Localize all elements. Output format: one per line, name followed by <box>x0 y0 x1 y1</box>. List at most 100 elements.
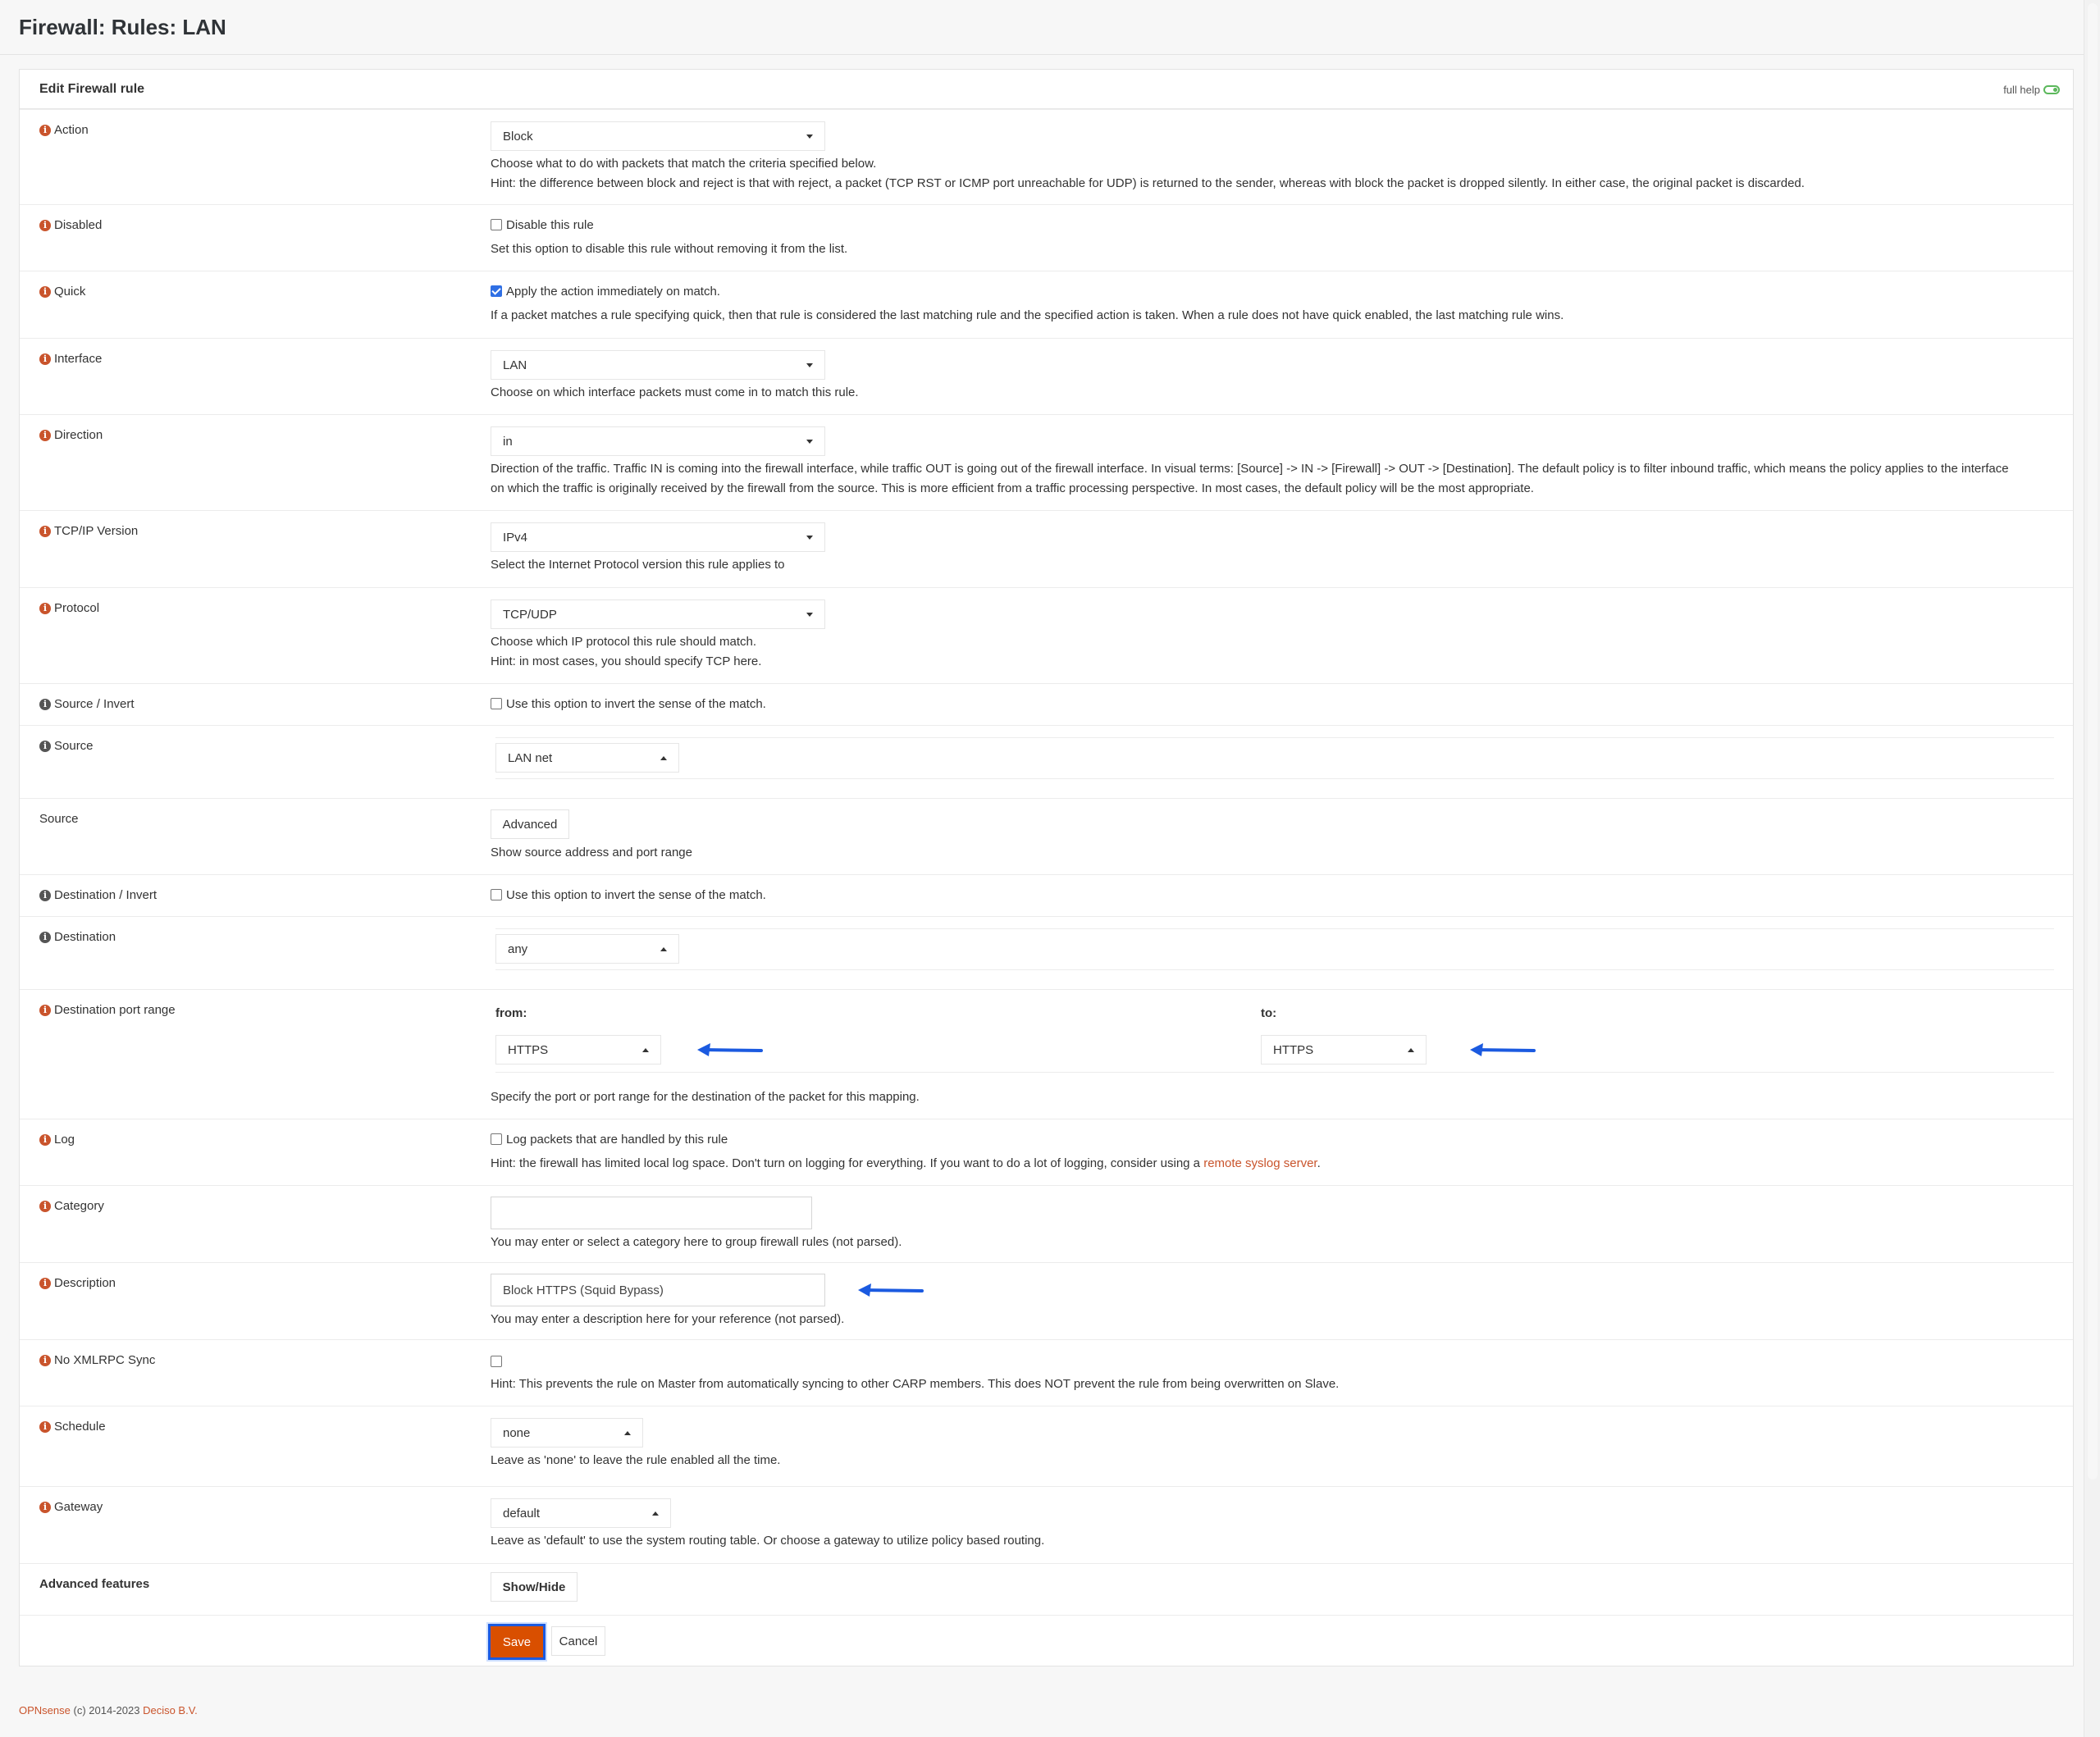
info-icon[interactable]: i <box>39 602 51 614</box>
quick-checkbox[interactable] <box>491 285 502 297</box>
action-help-1: Choose what to do with packets that matc… <box>491 157 877 171</box>
direction-label: i Direction <box>39 428 103 442</box>
info-icon[interactable]: i <box>39 353 51 365</box>
tcpip-help: Select the Internet Protocol version thi… <box>491 558 785 572</box>
annotation-arrow-icon <box>858 1283 924 1297</box>
action-label: i Action <box>39 123 89 137</box>
log-checkbox[interactable] <box>491 1133 502 1145</box>
source-invert-checkbox[interactable] <box>491 698 502 709</box>
dest-port-label: i Destination port range <box>39 1003 176 1017</box>
quick-checkbox-label: Apply the action immediately on match. <box>506 285 720 299</box>
info-icon[interactable]: i <box>39 1277 51 1289</box>
row-source-invert: i Source / Invert Use this option to inv… <box>20 683 2073 725</box>
caret-up-icon <box>1408 1048 1414 1052</box>
tcpip-select[interactable]: IPv4 <box>491 522 825 552</box>
row-destination-port-range: i Destination port range from: HTTPS to:… <box>20 989 2073 1119</box>
row-action: i Action Block Choose what to do with pa… <box>20 109 2073 204</box>
caret-up-icon <box>660 947 667 951</box>
info-icon[interactable]: i <box>39 1501 51 1513</box>
source-advanced-help: Show source address and port range <box>491 846 692 859</box>
row-disabled: i Disabled Disable this rule Set this op… <box>20 204 2073 271</box>
source-group-top-line <box>495 737 2054 738</box>
port-to-label: to: <box>1261 1006 1277 1020</box>
info-icon[interactable]: i <box>39 698 51 710</box>
info-icon[interactable]: i <box>39 219 51 231</box>
protocol-select[interactable]: TCP/UDP <box>491 600 825 629</box>
row-description: i Description Block HTTPS (Squid Bypass)… <box>20 1262 2073 1339</box>
info-icon[interactable]: i <box>39 1354 51 1366</box>
port-to-select[interactable]: HTTPS <box>1261 1035 1427 1065</box>
xmlrpc-checkbox[interactable] <box>491 1356 502 1367</box>
destination-group-top-line <box>495 928 2054 929</box>
row-source: i Source LAN net <box>20 725 2073 798</box>
full-help-toggle[interactable]: full help <box>2003 84 2060 96</box>
footer-company-link[interactable]: Deciso B.V. <box>143 1704 198 1716</box>
port-from-select[interactable]: HTTPS <box>495 1035 661 1065</box>
log-help: Hint: the firewall has limited local log… <box>491 1156 1321 1170</box>
toggle-icon[interactable] <box>2043 85 2060 94</box>
info-icon[interactable]: i <box>39 525 51 537</box>
destination-invert-label: i Destination / Invert <box>39 888 157 902</box>
info-icon[interactable]: i <box>39 124 51 136</box>
gateway-label: i Gateway <box>39 1500 103 1514</box>
direction-select[interactable]: in <box>491 426 825 456</box>
source-invert-label: i Source / Invert <box>39 697 135 711</box>
log-checkbox-label: Log packets that are handled by this rul… <box>506 1133 728 1147</box>
protocol-help-1: Choose which IP protocol this rule shoul… <box>491 635 757 649</box>
row-tcpip-version: i TCP/IP Version IPv4 Select the Interne… <box>20 510 2073 587</box>
remote-syslog-link[interactable]: remote syslog server <box>1203 1156 1317 1170</box>
scrollbar-thumb[interactable] <box>2088 3 2098 1479</box>
row-direction: i Direction in Direction of the traffic.… <box>20 414 2073 510</box>
info-icon[interactable]: i <box>39 1200 51 1212</box>
footer-brand-link[interactable]: OPNsense <box>19 1704 71 1716</box>
destination-invert-checkbox-label: Use this option to invert the sense of t… <box>506 888 766 902</box>
cancel-button[interactable]: Cancel <box>551 1626 605 1656</box>
source-invert-checkbox-label: Use this option to invert the sense of t… <box>506 697 766 711</box>
destination-invert-checkbox[interactable] <box>491 889 502 900</box>
log-label: i Log <box>39 1133 75 1147</box>
row-protocol: i Protocol TCP/UDP Choose which IP proto… <box>20 587 2073 683</box>
action-select[interactable]: Block <box>491 121 825 151</box>
annotation-arrow-icon <box>1470 1043 1536 1056</box>
category-help: You may enter or select a category here … <box>491 1235 902 1249</box>
info-icon[interactable]: i <box>39 740 51 752</box>
destination-select[interactable]: any <box>495 934 679 964</box>
info-icon[interactable]: i <box>39 1004 51 1016</box>
info-icon[interactable]: i <box>39 285 51 298</box>
description-input[interactable]: Block HTTPS (Squid Bypass) <box>491 1274 825 1306</box>
show-hide-button[interactable]: Show/Hide <box>491 1572 578 1602</box>
protocol-label: i Protocol <box>39 601 99 615</box>
scrollbar[interactable] <box>2084 0 2100 1737</box>
gateway-help: Leave as 'default' to use the system rou… <box>491 1534 1045 1548</box>
schedule-select[interactable]: none <box>491 1418 643 1448</box>
info-icon[interactable]: i <box>39 429 51 441</box>
save-button[interactable]: Save <box>488 1624 546 1660</box>
page-title: Firewall: Rules: LAN <box>19 15 226 39</box>
row-log: i Log Log packets that are handled by th… <box>20 1119 2073 1185</box>
info-icon[interactable]: i <box>39 1133 51 1146</box>
row-source-advanced: Source Advanced Show source address and … <box>20 798 2073 874</box>
info-icon[interactable]: i <box>39 1420 51 1433</box>
interface-label: i Interface <box>39 352 102 366</box>
advanced-button[interactable]: Advanced <box>491 809 569 839</box>
panel-header: Edit Firewall rule full help <box>20 70 2073 109</box>
port-group-bottom-line <box>495 1072 2054 1073</box>
row-quick: i Quick Apply the action immediately on … <box>20 271 2073 338</box>
xmlrpc-label: i No XMLRPC Sync <box>39 1353 155 1367</box>
caret-up-icon <box>660 756 667 760</box>
destination-label: i Destination <box>39 930 116 944</box>
disabled-checkbox[interactable] <box>491 219 502 230</box>
interface-select[interactable]: LAN <box>491 350 825 380</box>
source-label: i Source <box>39 739 94 753</box>
category-input[interactable] <box>491 1197 812 1229</box>
row-no-xmlrpc-sync: i No XMLRPC Sync Hint: This prevents the… <box>20 1339 2073 1406</box>
row-interface: i Interface LAN Choose on which interfac… <box>20 338 2073 414</box>
source-select[interactable]: LAN net <box>495 743 679 773</box>
disabled-label: i Disabled <box>39 218 102 232</box>
row-destination: i Destination any <box>20 916 2073 989</box>
caret-down-icon <box>806 613 813 617</box>
quick-label: i Quick <box>39 285 85 299</box>
gateway-select[interactable]: default <box>491 1498 671 1528</box>
info-icon[interactable]: i <box>39 889 51 901</box>
info-icon[interactable]: i <box>39 931 51 943</box>
